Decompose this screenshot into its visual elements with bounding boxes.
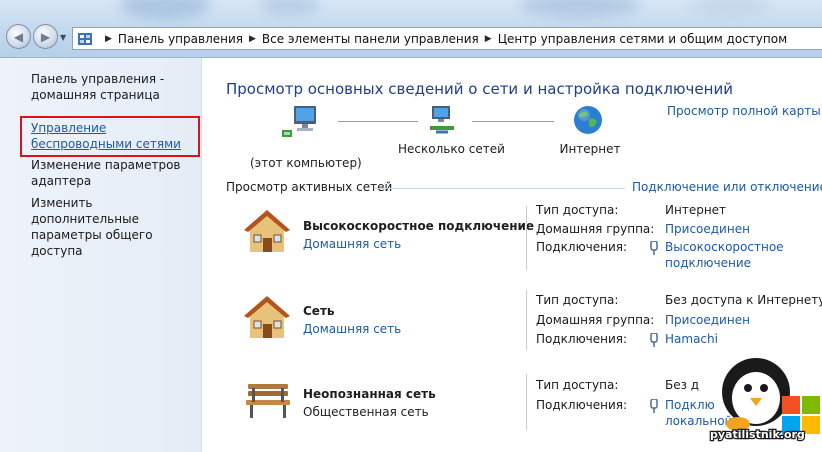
active-networks-title: Просмотр активных сетей: [226, 180, 393, 194]
connection-plug-icon: [650, 241, 658, 255]
network-name: Сеть: [303, 304, 335, 318]
view-full-map-link[interactable]: Просмотр полной карты: [667, 104, 821, 118]
watermark-text: pyatilistnik.org: [710, 428, 805, 441]
connect-disconnect-link[interactable]: Подключение или отключение: [632, 180, 822, 194]
map-internet[interactable]: [572, 104, 604, 139]
homegroup-label: Домашняя группа:: [536, 313, 655, 327]
network-name: Неопознанная сеть: [303, 387, 436, 401]
computer-icon: [282, 106, 316, 137]
breadcrumb-network-center[interactable]: Центр управления сетями и общим доступом: [498, 32, 787, 46]
access-type-label: Тип доступа:: [536, 203, 619, 217]
connection-link-line2[interactable]: подключение: [665, 256, 751, 270]
forward-button[interactable]: ▶: [33, 24, 58, 49]
multiple-networks-icon: [430, 106, 454, 134]
sidebar-item-control-panel-home[interactable]: Панель управления - домашняя страница: [31, 71, 196, 103]
network-sharing-center-window: ◀ ▶ ▼ ▶ Панель управления ▶ Все элементы…: [0, 0, 822, 452]
forward-arrow-icon: ▶: [40, 29, 51, 44]
globe-icon: [574, 106, 602, 134]
map-computer[interactable]: [250, 104, 350, 140]
window-toolbar: ◀ ▶ ▼ ▶ Панель управления ▶ Все элементы…: [0, 0, 822, 58]
highlight-box: [20, 116, 200, 157]
connection-link[interactable]: Hamachi: [665, 332, 718, 346]
breadcrumb-separator-icon[interactable]: ▶: [105, 34, 112, 44]
network-name: Высокоскоростное подключение: [303, 219, 535, 233]
network-divider: [526, 206, 527, 270]
recent-pages-dropdown-icon[interactable]: ▼: [60, 33, 66, 42]
back-button[interactable]: ◀: [6, 24, 31, 49]
network-divider: [526, 290, 527, 350]
map-internet-label: Интернет: [559, 142, 621, 156]
map-computer-label: (этот компьютер): [250, 156, 362, 170]
network-divider: [526, 374, 527, 430]
back-arrow-icon: ◀: [13, 29, 24, 44]
connection-plug-icon: [650, 399, 658, 413]
homegroup-label: Домашняя группа:: [536, 222, 655, 236]
sidebar-item-adapter-settings[interactable]: Изменение параметров адаптера: [31, 157, 181, 189]
address-bar[interactable]: ▶ Панель управления ▶ Все элементы панел…: [72, 27, 822, 50]
homegroup-link[interactable]: Присоединен: [665, 313, 750, 327]
access-type-value: Без д: [665, 378, 700, 392]
control-panel-icon: [78, 32, 92, 45]
network-type-link[interactable]: Домашняя сеть: [303, 322, 401, 336]
access-type-value: Интернет: [665, 203, 727, 217]
house-icon: [244, 296, 290, 338]
site-watermark-logo: pyatilistnik.org: [709, 358, 820, 442]
page-title: Просмотр основных сведений о сети и наст…: [226, 80, 733, 98]
connections-label: Подключения:: [536, 332, 628, 346]
map-networks[interactable]: [426, 104, 456, 141]
connection-plug-icon: [650, 333, 658, 347]
map-networks-label: Несколько сетей: [398, 142, 505, 156]
network-type-link[interactable]: Домашняя сеть: [303, 237, 401, 251]
access-type-value: Без доступа к Интернету: [665, 293, 822, 307]
homegroup-link[interactable]: Присоединен: [665, 222, 750, 236]
connections-label: Подключения:: [536, 398, 628, 412]
section-divider: [375, 188, 625, 189]
breadcrumb-separator-icon[interactable]: ▶: [249, 34, 256, 44]
breadcrumb-all-items[interactable]: Все элементы панели управления: [262, 32, 479, 46]
map-connector: [338, 121, 418, 122]
access-type-label: Тип доступа:: [536, 293, 619, 307]
bench-icon: [246, 384, 290, 418]
network-type-label: Общественная сеть: [303, 405, 429, 419]
sidebar-item-advanced-sharing[interactable]: Изменить дополнительные параметры общего…: [31, 195, 201, 259]
connection-link[interactable]: Высокоскоростное: [665, 240, 784, 254]
connections-label: Подключения:: [536, 240, 628, 254]
breadcrumb-separator-icon[interactable]: ▶: [485, 34, 492, 44]
breadcrumb-control-panel[interactable]: Панель управления: [118, 32, 243, 46]
access-type-label: Тип доступа:: [536, 378, 619, 392]
map-connector: [472, 121, 554, 122]
house-icon: [244, 210, 290, 252]
